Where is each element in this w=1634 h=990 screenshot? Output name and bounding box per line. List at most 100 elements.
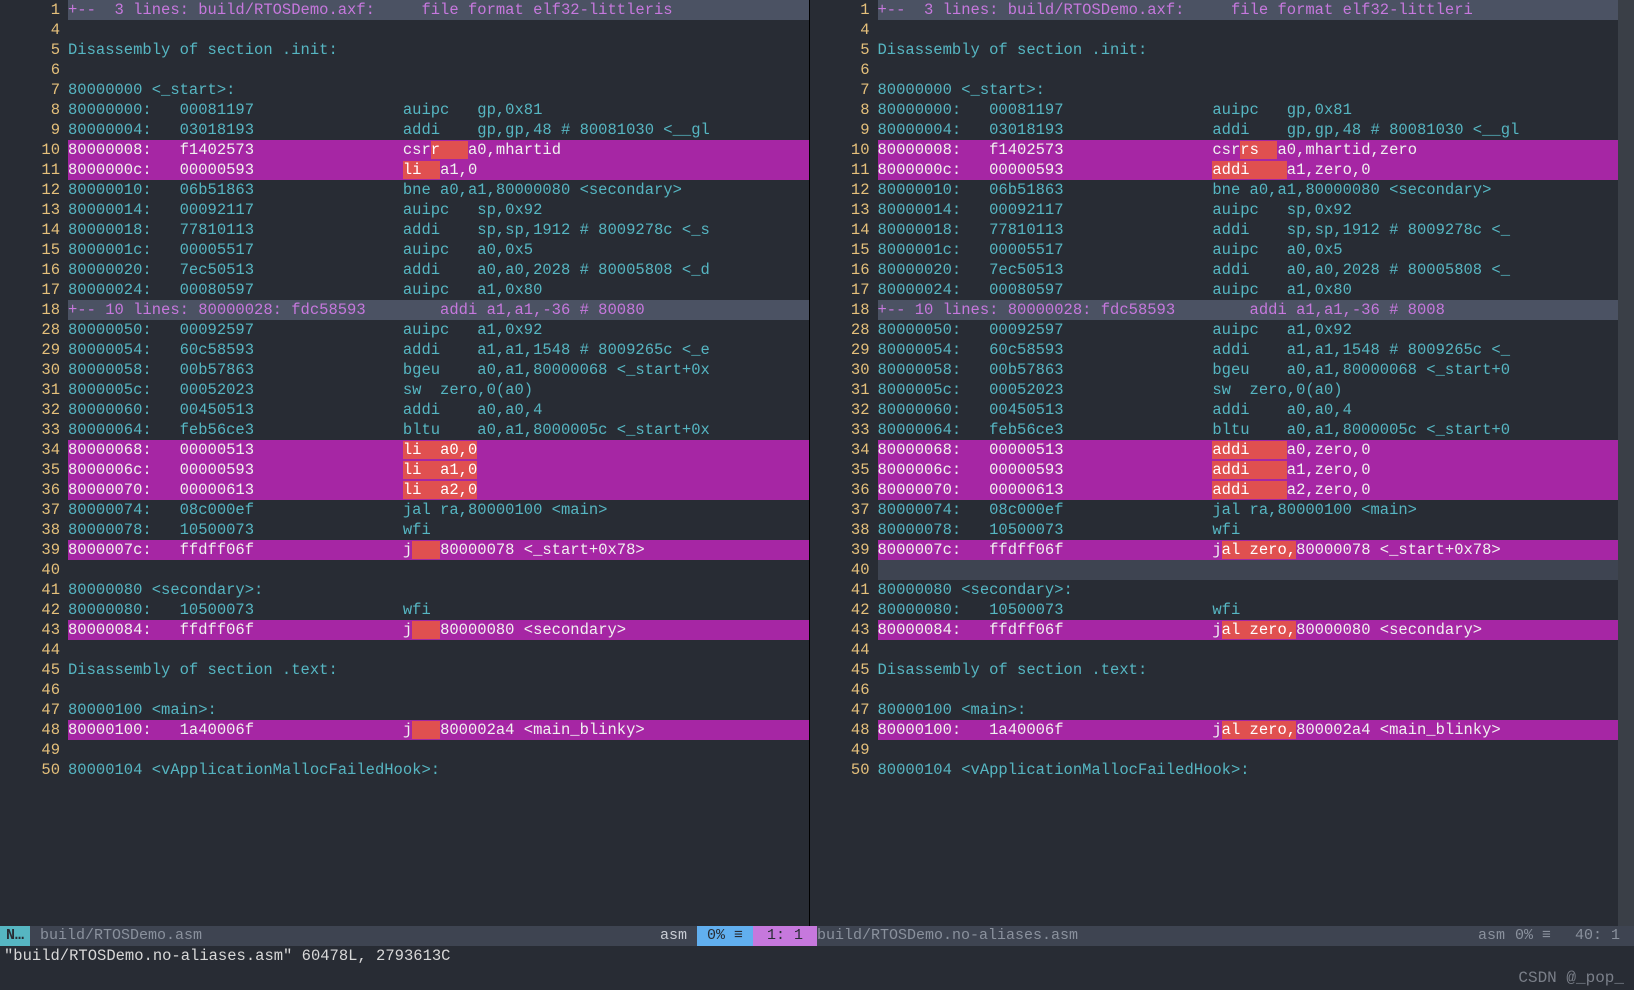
scrollbar[interactable] — [1618, 0, 1634, 926]
code-row[interactable]: 780000000 <_start>: — [0, 80, 809, 100]
diff-pane-right[interactable]: 1+-- 3 lines: build/RTOSDemo.axf: file f… — [810, 0, 1619, 926]
code-row[interactable]: 1+-- 3 lines: build/RTOSDemo.axf: file f… — [810, 0, 1619, 20]
code-row[interactable]: 1080000008: f1402573 csrr a0,mhartid — [0, 140, 809, 160]
code-row[interactable]: 6 — [0, 60, 809, 80]
line-number: 4 — [810, 20, 878, 40]
code-row[interactable]: 980000004: 03018193 addi gp,gp,48 # 8008… — [810, 120, 1619, 140]
position-left: 1: 1 — [753, 926, 817, 946]
code-row[interactable]: 358000006c: 00000593 li a1,0 — [0, 460, 809, 480]
code-row[interactable]: 49 — [810, 740, 1619, 760]
code-row[interactable]: 398000007c: ffdff06f jal zero,80000078 <… — [810, 540, 1619, 560]
code-row[interactable]: 4 — [0, 20, 809, 40]
code-row[interactable]: 4780000100 <main>: — [0, 700, 809, 720]
code-row[interactable]: 2880000050: 00092597 auipc a1,0x92 — [810, 320, 1619, 340]
code-row[interactable]: 4180000080 <secondary>: — [0, 580, 809, 600]
code-row[interactable]: 1780000024: 00080597 auipc a1,0x80 — [810, 280, 1619, 300]
code-row[interactable]: 4 — [810, 20, 1619, 40]
code-row[interactable]: 158000001c: 00005517 auipc a0,0x5 — [0, 240, 809, 260]
line-content: 80000058: 00b57863 bgeu a0,a1,80000068 <… — [68, 360, 809, 380]
code-row[interactable]: 358000006c: 00000593 addi a1,zero,0 — [810, 460, 1619, 480]
code-row[interactable]: 3280000060: 00450513 addi a0,a0,4 — [0, 400, 809, 420]
code-row[interactable]: 1480000018: 77810113 addi sp,sp,1912 # 8… — [810, 220, 1619, 240]
code-row[interactable]: 49 — [0, 740, 809, 760]
code-row[interactable]: 1680000020: 7ec50513 addi a0,a0,2028 # 8… — [0, 260, 809, 280]
code-row[interactable]: 44 — [810, 640, 1619, 660]
code-row[interactable]: 318000005c: 00052023 sw zero,0(a0) — [810, 380, 1619, 400]
code-row[interactable]: 3680000070: 00000613 addi a2,zero,0 — [810, 480, 1619, 500]
code-row[interactable]: 980000004: 03018193 addi gp,gp,48 # 8008… — [0, 120, 809, 140]
code-row[interactable]: 5Disassembly of section .init: — [0, 40, 809, 60]
command-line[interactable]: "build/RTOSDemo.no-aliases.asm" 60478L, … — [0, 946, 1634, 966]
code-row[interactable]: 3780000074: 08c000ef jal ra,80000100 <ma… — [810, 500, 1619, 520]
code-row[interactable]: 880000000: 00081197 auipc gp,0x81 — [810, 100, 1619, 120]
code-row[interactable]: 880000000: 00081197 auipc gp,0x81 — [0, 100, 809, 120]
code-row[interactable]: 4880000100: 1a40006f j 800002a4 <main_bl… — [0, 720, 809, 740]
code-row[interactable]: 3680000070: 00000613 li a2,0 — [0, 480, 809, 500]
code-row[interactable]: 3880000078: 10500073 wfi — [0, 520, 809, 540]
diff-change: li — [403, 161, 440, 179]
code-row[interactable]: 40 — [0, 560, 809, 580]
code-row[interactable]: 118000000c: 00000593 addi a1,zero,0 — [810, 160, 1619, 180]
code-row[interactable]: 3280000060: 00450513 addi a0,a0,4 — [810, 400, 1619, 420]
code-row[interactable]: 5080000104 <vApplicationMallocFailedHook… — [0, 760, 809, 780]
code-row[interactable]: 2880000050: 00092597 auipc a1,0x92 — [0, 320, 809, 340]
code-row[interactable]: 44 — [0, 640, 809, 660]
code-row[interactable]: 4380000084: ffdff06f jal zero,80000080 <… — [810, 620, 1619, 640]
code-row[interactable]: 3480000068: 00000513 addi a0,zero,0 — [810, 440, 1619, 460]
code-row[interactable]: 45Disassembly of section .text: — [0, 660, 809, 680]
code-row[interactable]: 3480000068: 00000513 li a0,0 — [0, 440, 809, 460]
code-row[interactable]: 45Disassembly of section .text: — [810, 660, 1619, 680]
code-row[interactable]: 46 — [0, 680, 809, 700]
code-row[interactable]: 40 — [810, 560, 1619, 580]
line-content: 80000008: f1402573 csrr a0,mhartid — [68, 140, 809, 160]
code-row[interactable]: 4780000100 <main>: — [810, 700, 1619, 720]
code-row[interactable]: 5080000104 <vApplicationMallocFailedHook… — [810, 760, 1619, 780]
code-row[interactable]: 1480000018: 77810113 addi sp,sp,1912 # 8… — [0, 220, 809, 240]
line-number: 32 — [0, 400, 68, 420]
code-row[interactable]: 1380000014: 00092117 auipc sp,0x92 — [0, 200, 809, 220]
code-row[interactable]: 1+-- 3 lines: build/RTOSDemo.axf: file f… — [0, 0, 809, 20]
code-row[interactable]: 4380000084: ffdff06f j 80000080 <seconda… — [0, 620, 809, 640]
diff-change: addi — [1212, 481, 1286, 499]
fold-marker[interactable]: +-- 3 lines: build/RTOSDemo.axf: file fo… — [68, 1, 673, 19]
line-number: 47 — [0, 700, 68, 720]
code-row[interactable]: 2980000054: 60c58593 addi a1,a1,1548 # 8… — [810, 340, 1619, 360]
code-row[interactable]: 3080000058: 00b57863 bgeu a0,a1,80000068… — [810, 360, 1619, 380]
code-row[interactable]: 4280000080: 10500073 wfi — [0, 600, 809, 620]
code-row[interactable]: 3380000064: feb56ce3 bltu a0,a1,8000005c… — [0, 420, 809, 440]
code-row[interactable]: 1280000010: 06b51863 bne a0,a1,80000080 … — [0, 180, 809, 200]
code-row[interactable]: 4180000080 <secondary>: — [810, 580, 1619, 600]
line-content: Disassembly of section .init: — [68, 40, 809, 60]
code-row[interactable]: 3080000058: 00b57863 bgeu a0,a1,80000068… — [0, 360, 809, 380]
code-row[interactable]: 1380000014: 00092117 auipc sp,0x92 — [810, 200, 1619, 220]
code-row[interactable]: 318000005c: 00052023 sw zero,0(a0) — [0, 380, 809, 400]
fold-marker[interactable]: +-- 10 lines: 80000028: fdc58593 addi a1… — [68, 301, 645, 319]
code-row[interactable]: 3780000074: 08c000ef jal ra,80000100 <ma… — [0, 500, 809, 520]
fold-marker[interactable]: +-- 3 lines: build/RTOSDemo.axf: file fo… — [878, 1, 1473, 19]
line-number: 36 — [0, 480, 68, 500]
code-row[interactable]: 18+-- 10 lines: 80000028: fdc58593 addi … — [0, 300, 809, 320]
diff-pane-left[interactable]: 1+-- 3 lines: build/RTOSDemo.axf: file f… — [0, 0, 810, 926]
code-row[interactable]: 46 — [810, 680, 1619, 700]
code-row[interactable]: 5Disassembly of section .init: — [810, 40, 1619, 60]
fold-marker[interactable]: +-- 10 lines: 80000028: fdc58593 addi a1… — [878, 301, 1445, 319]
code-row[interactable]: 1780000024: 00080597 auipc a1,0x80 — [0, 280, 809, 300]
code-row[interactable]: 18+-- 10 lines: 80000028: fdc58593 addi … — [810, 300, 1619, 320]
code-row[interactable]: 6 — [810, 60, 1619, 80]
code-row[interactable]: 2980000054: 60c58593 addi a1,a1,1548 # 8… — [0, 340, 809, 360]
code-row[interactable]: 118000000c: 00000593 li a1,0 — [0, 160, 809, 180]
code-row[interactable]: 4880000100: 1a40006f jal zero,800002a4 <… — [810, 720, 1619, 740]
code-row[interactable]: 1080000008: f1402573 csrrs a0,mhartid,ze… — [810, 140, 1619, 160]
line-content: 80000000: 00081197 auipc gp,0x81 — [878, 100, 1619, 120]
line-number: 37 — [810, 500, 878, 520]
code-row[interactable]: 780000000 <_start>: — [810, 80, 1619, 100]
code-row[interactable]: 4280000080: 10500073 wfi — [810, 600, 1619, 620]
code-row[interactable]: 3380000064: feb56ce3 bltu a0,a1,8000005c… — [810, 420, 1619, 440]
code-row[interactable]: 1680000020: 7ec50513 addi a0,a0,2028 # 8… — [810, 260, 1619, 280]
code-row[interactable]: 398000007c: ffdff06f j 80000078 <_start+… — [0, 540, 809, 560]
code-row[interactable]: 158000001c: 00005517 auipc a0,0x5 — [810, 240, 1619, 260]
code-row[interactable]: 3880000078: 10500073 wfi — [810, 520, 1619, 540]
code-row[interactable]: 1280000010: 06b51863 bne a0,a1,80000080 … — [810, 180, 1619, 200]
line-content: 80000104 <vApplicationMallocFailedHook>: — [878, 760, 1619, 780]
diff-change: li a0,0 — [403, 441, 477, 459]
